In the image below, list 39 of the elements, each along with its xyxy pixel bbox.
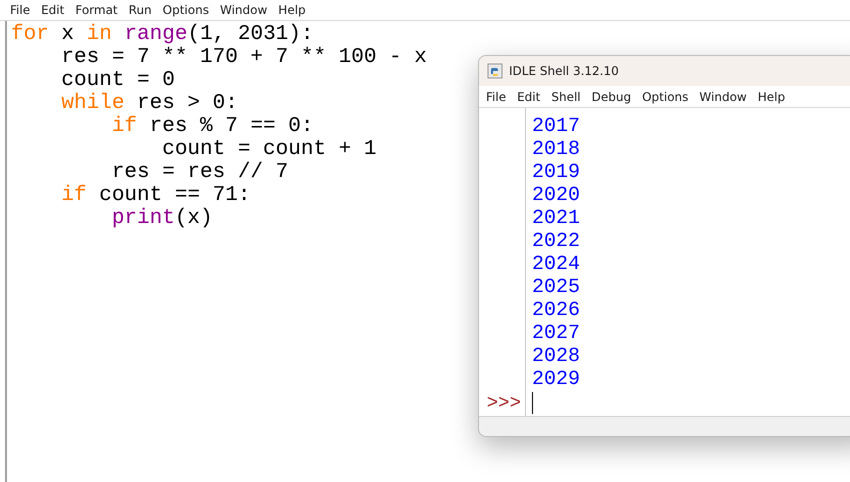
shell-prompt: >>> (486, 392, 522, 415)
output-line: 2021 (532, 207, 582, 230)
menu-item[interactable]: Run (124, 3, 159, 17)
menu-item[interactable]: Edit (513, 90, 548, 104)
python-logo-icon (487, 63, 503, 79)
menu-item[interactable]: File (6, 3, 38, 17)
output-line: 2025 (532, 276, 582, 299)
menu-item[interactable]: Window (216, 3, 274, 17)
menu-item[interactable]: Shell (547, 90, 588, 104)
code-line: count = count + 1 (162, 138, 376, 161)
code-line: res = 7 ** 170 + 7 ** 100 - x (61, 46, 427, 69)
output-line: 2019 (532, 161, 582, 184)
menu-item[interactable]: Format (71, 3, 125, 17)
output-line: 2024 (532, 253, 582, 276)
code-line: if count == 71: (61, 184, 250, 207)
menu-item[interactable]: Help (274, 3, 313, 17)
menu-item[interactable]: Options (638, 90, 696, 104)
output-line: 2017 (532, 115, 582, 138)
output-line: 2026 (532, 299, 582, 322)
code-line: print(x) (112, 207, 213, 230)
window-title: IDLE Shell 3.12.10 (509, 64, 619, 78)
output-line: 2022 (532, 230, 582, 253)
menu-item[interactable]: Debug (588, 90, 638, 104)
code-line: while res > 0: (61, 92, 238, 115)
menu-item[interactable]: Window (695, 90, 754, 104)
menu-item[interactable]: File (482, 90, 514, 104)
output-line: 2028 (532, 345, 582, 368)
menu-item[interactable]: Help (754, 90, 792, 104)
code-line: count = 0 (61, 69, 175, 92)
code-line: if res % 7 == 0: (112, 115, 314, 138)
menu-item[interactable]: Edit (37, 3, 72, 17)
output-line: 2018 (532, 138, 582, 161)
output-line: 2027 (532, 322, 582, 345)
menu-item[interactable]: Options (158, 3, 216, 17)
text-cursor (532, 392, 533, 414)
code-line: res = res // 7 (112, 161, 288, 184)
output-line: 2029 (532, 368, 582, 391)
output-line: 2020 (532, 184, 582, 207)
code-line: for x in range(1, 2031): (11, 23, 314, 46)
